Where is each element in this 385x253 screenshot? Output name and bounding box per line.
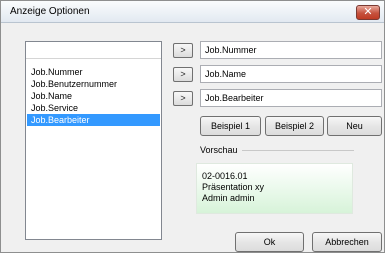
preview-box: 02-0016.01 Präsentation xy Admin admin — [196, 163, 353, 214]
preview-divider — [242, 150, 354, 151]
list-items: Job.Nummer Job.Benutzernummer Job.Name J… — [26, 66, 161, 126]
display-field-2-input[interactable]: Job.Name — [200, 65, 382, 83]
add-field-2-button[interactable]: > — [173, 67, 193, 82]
list-item-job-service[interactable]: Job.Service — [27, 102, 160, 114]
ok-button[interactable]: Ok — [235, 232, 304, 252]
beispiel-1-button[interactable]: Beispiel 1 — [200, 116, 261, 136]
display-field-3-input[interactable]: Job.Bearbeiter — [200, 89, 382, 107]
list-header — [26, 42, 161, 59]
add-field-3-button[interactable]: > — [173, 91, 193, 106]
available-fields-list[interactable]: Job.Nummer Job.Benutzernummer Job.Name J… — [25, 41, 162, 240]
beispiel-2-button[interactable]: Beispiel 2 — [265, 116, 324, 136]
abbrechen-button[interactable]: Abbrechen — [312, 232, 382, 252]
close-icon: ✕ — [363, 6, 373, 18]
list-item-job-bearbeiter[interactable]: Job.Bearbeiter — [27, 114, 160, 126]
neu-button[interactable]: Neu — [327, 116, 382, 136]
preview-label: Vorschau — [200, 145, 238, 155]
list-item-job-nummer[interactable]: Job.Nummer — [27, 66, 160, 78]
list-item-job-benutzernummer[interactable]: Job.Benutzernummer — [27, 78, 160, 90]
preview-line-3: Admin admin — [202, 193, 255, 203]
preview-line-1: 02-0016.01 — [202, 171, 248, 181]
add-field-1-button[interactable]: > — [173, 43, 193, 58]
close-button[interactable]: ✕ — [356, 5, 380, 20]
dialog-window: Anzeige Optionen ✕ Job.Nummer Job.Benutz… — [0, 0, 385, 253]
preview-line-2: Präsentation xy — [202, 182, 265, 192]
display-field-1-input[interactable]: Job.Nummer — [200, 41, 382, 59]
dialog-title: Anzeige Optionen — [10, 6, 90, 17]
title-bar[interactable]: Anzeige Optionen ✕ — [1, 1, 384, 23]
list-item-job-name[interactable]: Job.Name — [27, 90, 160, 102]
